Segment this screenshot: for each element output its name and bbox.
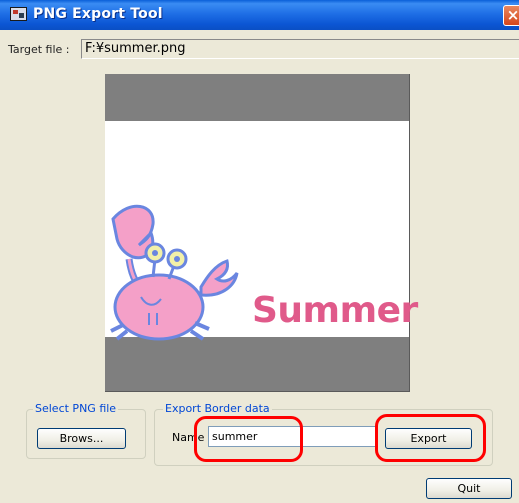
export-border-group-title: Export Border data bbox=[163, 402, 272, 415]
app-icon bbox=[10, 7, 27, 21]
target-file-field: F:¥summer.png bbox=[81, 39, 519, 59]
target-file-label: Target file : bbox=[8, 43, 70, 56]
crab-illustration bbox=[110, 204, 239, 341]
export-highlight-annotation bbox=[375, 414, 486, 462]
quit-button[interactable]: Quit bbox=[426, 478, 512, 499]
name-highlight-annotation bbox=[194, 416, 303, 462]
title-bar[interactable]: PNG Export Tool × bbox=[0, 0, 519, 30]
browse-button[interactable]: Brows... bbox=[37, 428, 126, 449]
preview-image: Summer bbox=[105, 121, 418, 341]
close-button[interactable]: × bbox=[503, 5, 519, 26]
summer-image-text: Summer bbox=[252, 290, 418, 331]
app-window: PNG Export Tool × Target file : F:¥summe… bbox=[0, 0, 519, 503]
select-png-group-title: Select PNG file bbox=[33, 402, 119, 415]
image-preview: Summer bbox=[105, 74, 418, 392]
window-title: PNG Export Tool bbox=[33, 6, 163, 22]
